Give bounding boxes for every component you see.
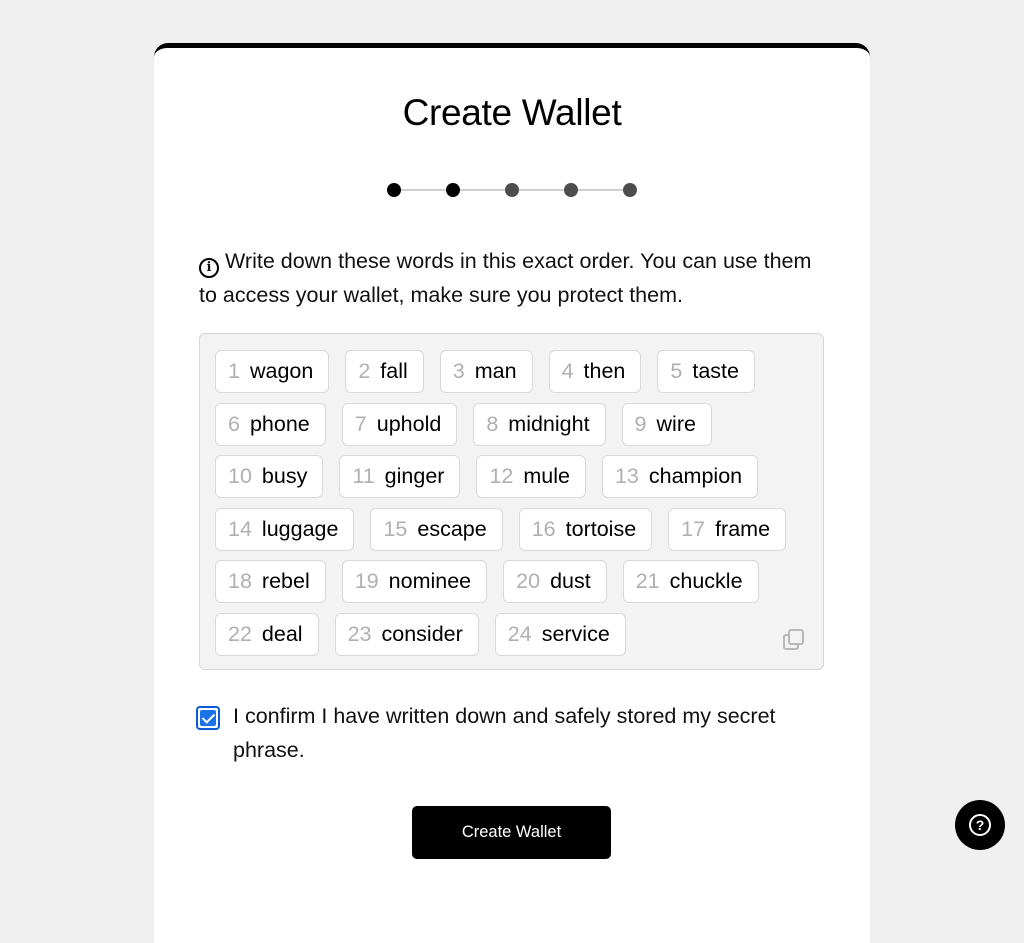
step-dot-3 [505,183,519,197]
seed-word-chip: 18 rebel [215,560,326,603]
seed-phrase-box: 1 wagon 2 fall 3 man 4 then 5 taste 6 phone 7 uphold 8… [199,333,824,670]
seed-word-number: 24 [507,621,532,646]
seed-word: luggage [261,516,339,541]
seed-word-number: 5 [670,359,683,383]
seed-word-number: 6 [228,411,240,436]
seed-word-chip: 4 then [548,350,642,393]
question-circle-icon: ? [969,814,991,836]
seed-word: then [583,359,626,383]
step-dot-4 [564,183,578,197]
create-wallet-card: Create Wallet i Write down these words in… [154,43,870,943]
seed-word: man [474,359,517,383]
seed-word-list: 1 wagon 2 fall 3 man 4 then 5 taste 6 phone 7 uphold 8… [215,350,795,656]
step-dot-2 [446,183,460,197]
seed-word-chip: 23 consider [334,612,479,656]
seed-word-chip: 24 service [494,612,626,656]
seed-word-chip: 13 champion [601,455,759,498]
seed-word-chip: 20 dust [503,560,607,603]
seed-word-number: 14 [228,516,252,541]
confirm-checkbox[interactable] [196,706,220,730]
seed-word-chip: 22 deal [215,612,319,656]
seed-word-chip: 5 taste [657,350,755,393]
seed-word: escape [417,516,487,541]
seed-word-number: 4 [561,359,574,383]
seed-word: deal [261,621,303,646]
seed-word-number: 20 [516,569,541,593]
seed-word: wagon [249,359,314,383]
seed-word-number: 18 [228,569,252,593]
stepper-connector [453,189,512,191]
seed-word-number: 16 [531,516,556,541]
seed-word-number: 7 [354,411,367,436]
seed-word-number: 17 [681,516,706,541]
step-dot-5 [623,183,637,197]
seed-word: rebel [261,569,310,593]
seed-word-chip: 6 phone [215,402,326,446]
help-button[interactable]: ? [955,800,1005,850]
seed-word-chip: 12 mule [476,455,586,498]
seed-word: chuckle [669,569,743,593]
seed-word-number: 23 [347,621,372,646]
seed-word-number: 22 [228,621,252,646]
seed-word: consider [381,621,463,646]
seed-word-chip: 1 wagon [215,350,330,393]
seed-word: frame [715,516,771,541]
step-dot-1 [387,183,401,197]
seed-word: wire [656,411,696,436]
stepper-connector [571,189,630,191]
seed-word-chip: 14 luggage [215,507,355,551]
seed-word: champion [648,464,743,488]
seed-word-number: 8 [486,411,499,436]
seed-word-chip: 10 busy [215,455,324,498]
seed-word-number: 3 [452,359,465,383]
seed-word-chip: 8 midnight [473,402,606,446]
seed-word: service [541,621,610,646]
seed-word-number: 15 [383,516,408,541]
seed-word: tortoise [565,516,637,541]
seed-word: uphold [376,411,442,436]
seed-word-chip: 3 man [439,350,533,393]
stepper-connector [512,189,571,191]
seed-word: dust [550,569,591,593]
stepper-connector [394,189,453,191]
create-wallet-button[interactable]: Create Wallet [412,806,611,859]
seed-word-chip: 17 frame [668,507,787,551]
page-title: Create Wallet [402,92,622,133]
seed-word: taste [692,359,739,383]
seed-word: mule [523,464,570,488]
instructions-text: Write down these words in this exact ord… [199,249,812,307]
seed-word-number: 2 [358,359,371,383]
seed-word-number: 19 [354,569,379,593]
seed-word-chip: 15 escape [370,507,503,551]
seed-word-number: 12 [489,464,514,488]
seed-word-number: 21 [635,569,660,593]
copy-button[interactable] [781,627,807,653]
seed-word-number: 9 [634,411,647,436]
seed-word-number: 11 [352,464,375,488]
progress-stepper [387,183,637,197]
seed-word-chip: 7 uphold [341,402,458,446]
seed-word: fall [380,359,408,383]
seed-word-chip: 11 ginger [339,455,461,498]
seed-word-chip: 21 chuckle [622,560,759,603]
checkmark-icon [201,710,216,724]
instructions: i Write down these words in this exact or… [199,244,819,312]
seed-word-number: 1 [228,359,240,383]
seed-word: ginger [384,464,445,488]
seed-word: nominee [388,569,472,593]
seed-word: midnight [508,411,590,436]
seed-word-chip: 16 tortoise [518,507,653,551]
info-icon: i [199,258,219,278]
seed-word: phone [249,411,310,436]
seed-word-chip: 9 wire [621,402,712,446]
seed-word-number: 10 [228,464,252,488]
seed-word: busy [261,464,308,488]
seed-word-number: 13 [614,464,639,488]
seed-word-chip: 19 nominee [341,560,488,603]
confirm-label[interactable]: I confirm I have written down and safely… [233,699,833,767]
seed-word-chip: 2 fall [345,350,424,393]
